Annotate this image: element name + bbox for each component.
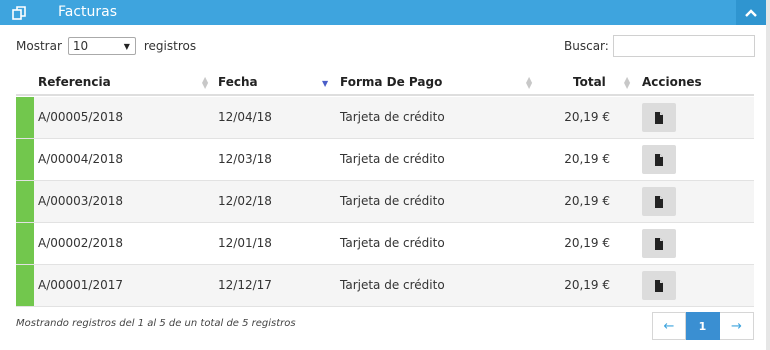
- sort-icon: ▲ ▼: [624, 75, 631, 90]
- table-row: A/00004/2018 12/03/18 Tarjeta de crédito…: [16, 139, 754, 181]
- view-invoice-button[interactable]: [642, 103, 676, 132]
- chevron-up-icon: [745, 8, 757, 17]
- cell-fecha: 12/12/17: [218, 278, 272, 292]
- cell-fecha: 12/03/18: [218, 152, 272, 166]
- status-marker: [16, 265, 34, 306]
- view-invoice-button[interactable]: [642, 271, 676, 300]
- search-input[interactable]: [612, 35, 755, 57]
- cell-referencia: A/00004/2018: [38, 152, 124, 166]
- caret-down-icon: ▼: [123, 41, 130, 51]
- table-row: A/00005/2018 12/04/18 Tarjeta de crédito…: [16, 97, 754, 139]
- table-row: A/00001/2017 12/12/17 Tarjeta de crédito…: [16, 265, 754, 307]
- status-marker: [16, 181, 34, 222]
- search-control: Buscar:: [564, 35, 755, 57]
- cell-forma-de-pago: Tarjeta de crédito: [340, 278, 445, 292]
- cell-total: 20,19 €: [564, 278, 610, 292]
- panel-title: Facturas: [58, 4, 118, 20]
- cell-total: 20,19 €: [564, 194, 610, 208]
- document-icon: [655, 279, 663, 292]
- sort-icon: ▲ ▼: [202, 75, 209, 90]
- copy-icon: [0, 0, 38, 25]
- document-icon: [655, 153, 663, 166]
- previous-page-button[interactable]: ←: [652, 312, 686, 340]
- scrollbar-track: [766, 0, 770, 350]
- table-header: Referencia ▲ ▼ Fecha ▼ Forma De Pago ▲ ▼ T…: [16, 70, 754, 96]
- length-label-after: registros: [143, 39, 197, 53]
- cell-fecha: 12/04/18: [218, 110, 272, 124]
- status-marker: [16, 139, 34, 180]
- document-icon: [655, 237, 663, 250]
- document-icon: [655, 111, 663, 124]
- search-label: Buscar:: [564, 39, 609, 53]
- table-info: Mostrando registros del 1 al 5 de un tot…: [16, 318, 296, 329]
- view-invoice-button[interactable]: [642, 229, 676, 258]
- column-header-total[interactable]: Total: [573, 70, 606, 94]
- cell-forma-de-pago: Tarjeta de crédito: [340, 236, 445, 250]
- cell-referencia: A/00002/2018: [38, 236, 124, 250]
- table-row: A/00003/2018 12/02/18 Tarjeta de crédito…: [16, 181, 754, 223]
- cell-forma-de-pago: Tarjeta de crédito: [340, 194, 445, 208]
- cell-referencia: A/00005/2018: [38, 110, 124, 124]
- sort-icon: ▲ ▼: [526, 75, 533, 90]
- cell-forma-de-pago: Tarjeta de crédito: [340, 152, 445, 166]
- status-marker: [16, 97, 34, 138]
- cell-referencia: A/00001/2017: [38, 278, 124, 292]
- panel-header: Facturas: [0, 0, 766, 25]
- column-header-acciones: Acciones: [642, 75, 702, 89]
- column-header-referencia[interactable]: Referencia: [38, 70, 111, 94]
- cell-referencia: A/00003/2018: [38, 194, 124, 208]
- cell-fecha: 12/02/18: [218, 194, 272, 208]
- view-invoice-button[interactable]: [642, 187, 676, 216]
- cell-forma-de-pago: Tarjeta de crédito: [340, 110, 445, 124]
- collapse-button[interactable]: [736, 0, 766, 25]
- page-length-value: 10: [72, 39, 89, 53]
- cell-fecha: 12/01/18: [218, 236, 272, 250]
- next-page-button[interactable]: →: [720, 312, 754, 340]
- page-1-button[interactable]: 1: [686, 312, 720, 340]
- document-icon: [655, 195, 663, 208]
- page-length-control: Mostrar 10 ▼ registros: [16, 36, 196, 56]
- status-marker: [16, 223, 34, 264]
- column-header-forma-de-pago[interactable]: Forma De Pago: [340, 70, 442, 94]
- sort-desc-icon: ▼: [322, 79, 329, 88]
- view-invoice-button[interactable]: [642, 145, 676, 174]
- cell-total: 20,19 €: [564, 236, 610, 250]
- page-length-select[interactable]: 10 ▼: [67, 37, 136, 55]
- length-label-before: Mostrar: [16, 39, 62, 53]
- table-row: A/00002/2018 12/01/18 Tarjeta de crédito…: [16, 223, 754, 265]
- column-header-fecha[interactable]: Fecha: [218, 70, 258, 94]
- pagination: ← 1 →: [652, 312, 754, 340]
- cell-total: 20,19 €: [564, 152, 610, 166]
- cell-total: 20,19 €: [564, 110, 610, 124]
